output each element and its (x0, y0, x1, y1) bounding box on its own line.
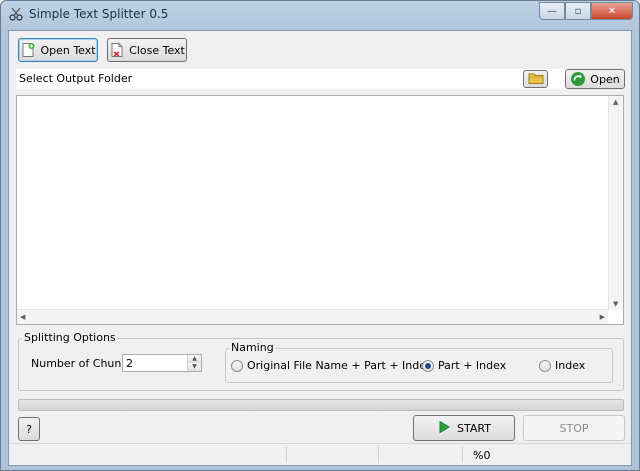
naming-option-label: Original File Name + Part + Index (247, 359, 433, 372)
scroll-down-icon[interactable]: ▼ (613, 300, 618, 308)
status-segment (287, 446, 379, 463)
open-text-button[interactable]: Open Text (18, 38, 98, 62)
refresh-arrow-icon (570, 71, 586, 87)
naming-option-label: Index (555, 359, 586, 372)
document-remove-icon (109, 42, 125, 58)
status-segment (9, 446, 287, 463)
minimize-icon: — (547, 5, 557, 17)
open-folder-label: Open (590, 72, 620, 86)
scroll-up-icon[interactable]: ▲ (613, 98, 618, 106)
document-add-icon (20, 42, 36, 58)
window-controls: — ▫ ✕ (539, 2, 633, 20)
splitting-options-legend: Splitting Options (22, 331, 118, 344)
spin-up-icon[interactable]: ▲ (188, 355, 201, 363)
radio-button[interactable] (231, 359, 243, 372)
naming-group: Naming Original File Name + Part + Index… (225, 341, 613, 383)
close-text-button[interactable]: Close Text (107, 38, 187, 62)
close-window-button[interactable]: ✕ (591, 2, 633, 20)
close-icon: ✕ (607, 5, 617, 17)
maximize-button[interactable]: ▫ (565, 2, 591, 20)
radio-button[interactable] (539, 359, 551, 372)
play-icon (437, 420, 453, 436)
chunks-spinbox[interactable]: 2 ▲ ▼ (122, 354, 202, 372)
client-area: Open Text Close Text Select Output Folde… (8, 30, 632, 466)
horizontal-scrollbar[interactable]: ◀ ▶ (17, 309, 608, 324)
title-bar[interactable]: Simple Text Splitter 0.5 — ▫ ✕ (1, 1, 639, 27)
naming-option-original[interactable]: Original File Name + Part + Index (231, 359, 432, 372)
text-preview-area[interactable]: ▲ ▼ ◀ ▶ (16, 95, 624, 325)
naming-option-part-index[interactable]: Part + Index (422, 359, 506, 372)
chunks-value: 2 (126, 357, 133, 370)
open-folder-button[interactable]: Open (565, 69, 625, 89)
browse-folder-button[interactable] (523, 70, 548, 88)
folder-icon (528, 71, 544, 87)
splitting-options-group: Splitting Options Number of Chunks: 2 ▲ … (18, 331, 624, 391)
start-label: START (457, 421, 491, 435)
status-segment (379, 446, 463, 463)
progress-bar (18, 399, 624, 411)
help-button[interactable]: ? (18, 417, 40, 441)
radio-button[interactable] (422, 359, 434, 372)
vertical-scrollbar[interactable]: ▲ ▼ (608, 96, 623, 310)
minimize-button[interactable]: — (539, 2, 565, 20)
status-bar: %0 (9, 443, 631, 465)
scissors-icon (9, 7, 23, 21)
scroll-right-icon[interactable]: ▶ (600, 313, 605, 321)
app-window: Simple Text Splitter 0.5 — ▫ ✕ Open Text… (0, 0, 640, 471)
close-text-label: Close Text (129, 43, 185, 57)
status-percent: %0 (473, 449, 491, 462)
output-folder-label: Select Output Folder (19, 72, 133, 85)
stop-button[interactable]: STOP (523, 415, 625, 441)
start-button[interactable]: START (413, 415, 515, 441)
naming-legend: Naming (229, 341, 276, 354)
spin-down-icon[interactable]: ▼ (188, 363, 201, 371)
help-label: ? (26, 422, 32, 436)
scroll-left-icon[interactable]: ◀ (20, 313, 25, 321)
window-title: Simple Text Splitter 0.5 (29, 7, 169, 21)
open-text-label: Open Text (40, 43, 96, 57)
stop-label: STOP (559, 421, 589, 435)
naming-option-label: Part + Index (438, 359, 507, 372)
maximize-icon: ▫ (574, 5, 582, 17)
naming-option-index[interactable]: Index (539, 359, 585, 372)
